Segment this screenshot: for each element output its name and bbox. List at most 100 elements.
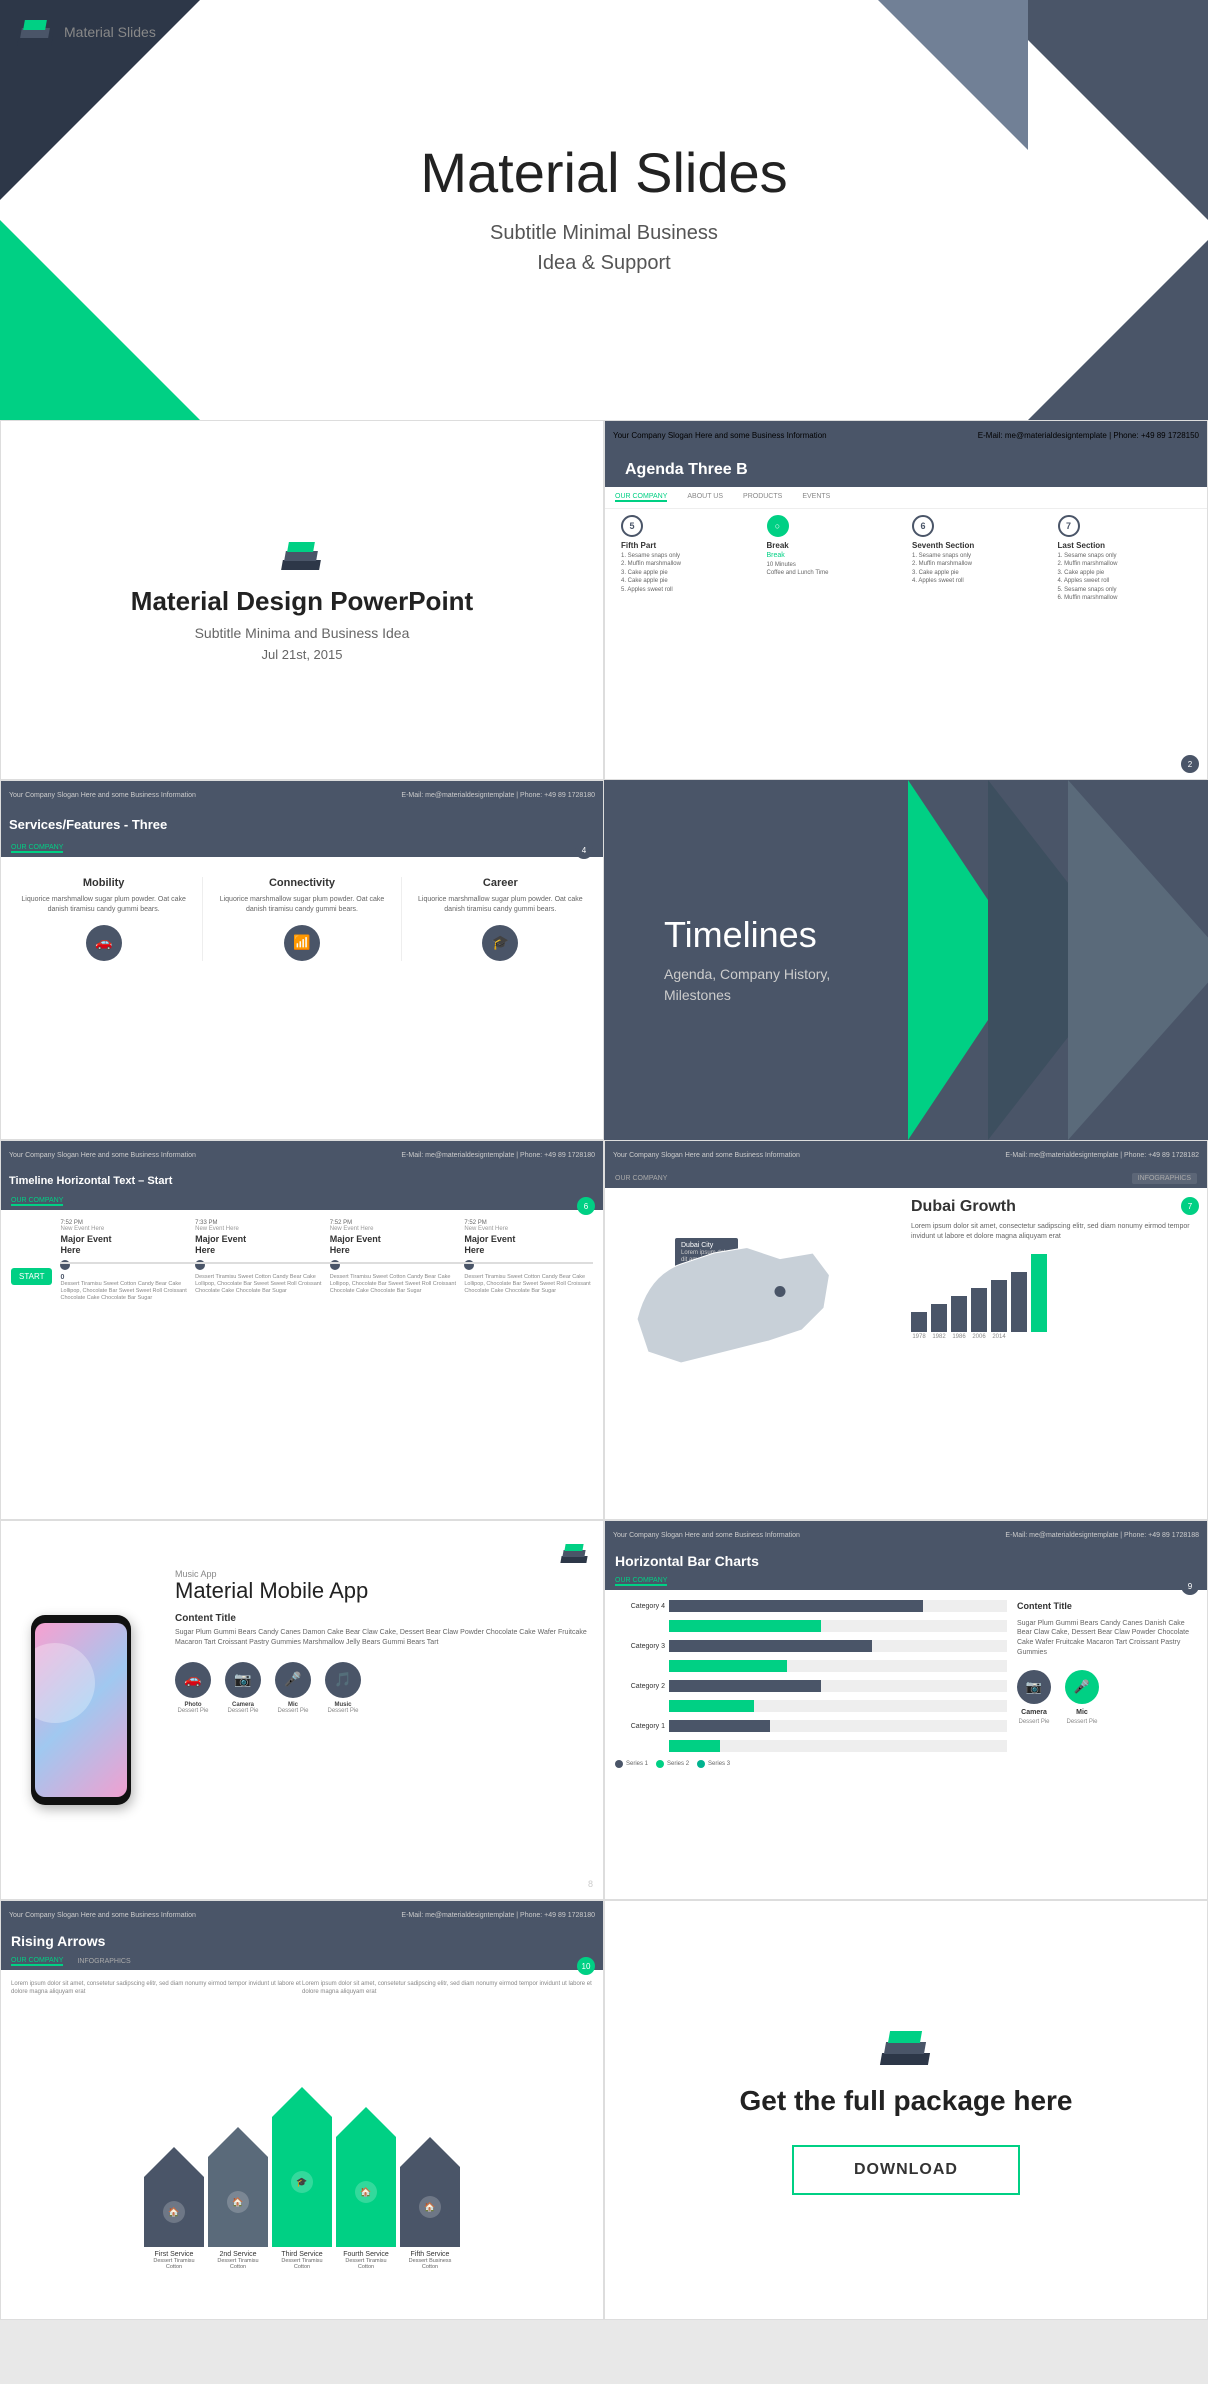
agenda-timeline: 5 Fifth Part 1. Sesame snaps only2. Muff… (605, 509, 1207, 608)
arrow-fifth-label: Fifth Service (411, 2251, 450, 2258)
arrows-right-text: Lorem ipsum dolor sit amet, consetetur s… (302, 1980, 593, 1997)
slide-material-design: Material Design PowerPoint Subtitle Mini… (0, 420, 604, 780)
left-chart: Category 4 Category 3 (615, 1600, 1007, 1768)
arrow-first-head (144, 2147, 204, 2177)
bar-3 (951, 1296, 967, 1332)
tl-item-6: 6 Seventh Section 1. Sesame snaps only2.… (906, 515, 1052, 602)
bars-tab-oc[interactable]: OUR COMPANY (615, 1577, 667, 1586)
mobile-page-num: 8 (588, 1879, 593, 1889)
timelines-title: Timelines (664, 914, 830, 956)
cat-label-1: Category 1 (615, 1723, 665, 1730)
event-2-title: Major EventHere (195, 1234, 324, 1256)
slide-hero: Material Slides Material Slides Subtitle… (0, 0, 1208, 420)
services-page-num: 4 (575, 841, 593, 859)
arrow-third-head (272, 2087, 332, 2117)
tab-about[interactable]: ABOUT US (687, 493, 723, 502)
services-tab-company[interactable]: OUR COMPANY (11, 844, 63, 853)
tl-num-7: 7 (1058, 515, 1080, 537)
bars-camera-label: Camera (1017, 1708, 1051, 1718)
event-4-label: New Event Here (464, 1226, 593, 1232)
bar-label-2006: 2006 (971, 1334, 987, 1340)
map-header: Your Company Slogan Here and some Busine… (605, 1141, 1207, 1169)
tab-products[interactable]: PRODUCTS (743, 493, 782, 502)
logo-area: Material Slides (18, 18, 156, 46)
legend-row: Series 1 Series 2 Series 3 (615, 1760, 1007, 1768)
bar-track-2b (669, 1700, 1007, 1712)
stack-icon (282, 538, 322, 570)
arrow-fifth-sub: Dessert BusinessCotton (409, 2258, 452, 2270)
dubai-dot (775, 1286, 786, 1297)
tl-text-break: 10 MinutesCoffee and Lunch Time (767, 561, 907, 578)
music-icon: 🎵 (325, 1662, 361, 1698)
services-tabs: OUR COMPANY (1, 840, 603, 857)
app-content-text: Sugar Plum Gummi Bears Candy Canes Damon… (175, 1628, 589, 1648)
tl-text-7: 1. Sesame snaps only2. Muffin marshmallo… (1058, 552, 1198, 602)
phone-area (1, 1521, 161, 1899)
legend-label-s2: Series 2 (667, 1761, 689, 1767)
map-right: Dubai Growth Lorem ipsum dolor sit amet,… (911, 1198, 1197, 1448)
corner-decoration-tr2 (878, 0, 1028, 150)
arrow-first-label: First Service (155, 2251, 194, 2258)
service-connectivity-title: Connectivity (213, 877, 390, 889)
bar-1-s1 (669, 1720, 770, 1732)
map-page-num: 7 (1181, 1197, 1199, 1215)
service-career: Career Liquorice marshmallow sugar plum … (412, 877, 589, 961)
event-1: 7:52 PM New Event Here Major EventHere 0… (60, 1220, 189, 1302)
arrow-second-icon: 🏠 (227, 2191, 249, 2213)
arrow-fourth-rect: 🏠 (336, 2137, 396, 2247)
bars-icon-camera: 📷 Camera Dessert Pie (1017, 1670, 1051, 1726)
bar-label-2014: 2014 (991, 1334, 1007, 1340)
services-contact: E-Mail: me@materialdesigntemplate | Phon… (401, 792, 595, 799)
tl-horiz-page: 6 (577, 1197, 595, 1215)
bar-2 (931, 1304, 947, 1332)
arrow-fourth: 🏠 Fourth Service Dessert TiramisuCotton (336, 2107, 396, 2270)
slide-mobile-app: Music App Material Mobile App Content Ti… (0, 1520, 604, 1900)
bars-contact: E-Mail: me@materialdesigntemplate | Phon… (1005, 1532, 1199, 1539)
tl-horiz-header: Your Company Slogan Here and some Busine… (1, 1141, 603, 1169)
event-1-num: 0 (60, 1274, 189, 1281)
arrow-second-head (208, 2127, 268, 2157)
corner-decoration-br (1028, 240, 1208, 420)
arrow-fourth-label: Fourth Service (343, 2251, 389, 2258)
services-title: Services/Features - Three (1, 809, 603, 840)
arrow-fifth-body: 🏠 (400, 2137, 460, 2247)
tab-company[interactable]: OUR COMPANY (615, 493, 667, 502)
map-content: Dubai CityLorem ipsum dolordit amet, com… (605, 1188, 1207, 1458)
services-header: Your Company Slogan Here and some Busine… (1, 781, 603, 809)
bar-4-s2 (669, 1620, 821, 1632)
service-mobility-desc: Liquorice marshmallow sugar plum powder.… (15, 895, 192, 915)
logo-layer3 (23, 20, 47, 30)
bar-chart (911, 1252, 1197, 1332)
tl-horiz-tabs: OUR COMPANY (1, 1193, 603, 1210)
divider1 (202, 877, 203, 961)
stack-layer1 (281, 560, 321, 570)
bar-3-s2 (669, 1660, 787, 1672)
arrow-third: 🎓 Third Service Dessert TiramisuCotton (272, 2087, 332, 2270)
bar-1 (911, 1312, 927, 1332)
tab-events[interactable]: EVENTS (802, 493, 830, 502)
event-1-title: Major EventHere (60, 1234, 189, 1256)
map-tab-infographic[interactable]: INFOGRAPHICS (1132, 1173, 1197, 1184)
bar-label-1978: 1978 (911, 1334, 927, 1340)
arrows-tab-infographic[interactable]: INFOGRAPHICS (77, 1958, 130, 1965)
arrow-first-body: 🏠 (144, 2147, 204, 2247)
bars-icon-mic: 🎤 Mic Dessert Pie (1065, 1670, 1099, 1726)
logo-text: Material Slides (64, 24, 156, 40)
bars-mic-icon: 🎤 (1065, 1670, 1099, 1704)
service-career-desc: Liquorice marshmallow sugar plum powder.… (412, 895, 589, 915)
app-icon-camera: 📷 Camera Dessert Pie (225, 1662, 261, 1714)
tl-horiz-tab[interactable]: OUR COMPANY (11, 1197, 63, 1206)
arrows-tab-oc[interactable]: OUR COMPANY (11, 1957, 63, 1966)
map-tab-oc[interactable]: OUR COMPANY (615, 1175, 667, 1182)
download-button[interactable]: DOWNLOAD (792, 2145, 1020, 2195)
hero-title: Material Slides (420, 142, 787, 204)
cat-row-4: Category 4 (615, 1600, 1007, 1612)
mic-icon: 🎤 (275, 1662, 311, 1698)
app-stack-icon (561, 1541, 589, 1563)
arrow-third-body: 🎓 (272, 2087, 332, 2247)
arrows-header: Your Company Slogan Here and some Busine… (1, 1901, 603, 1929)
tl-item-5: 5 Fifth Part 1. Sesame snaps only2. Muff… (615, 515, 761, 602)
tl-horiz-contact: E-Mail: me@materialdesigntemplate | Phon… (401, 1152, 595, 1159)
slide-uae-map: Your Company Slogan Here and some Busine… (604, 1140, 1208, 1520)
bars-company: Your Company Slogan Here and some Busine… (613, 1532, 800, 1539)
